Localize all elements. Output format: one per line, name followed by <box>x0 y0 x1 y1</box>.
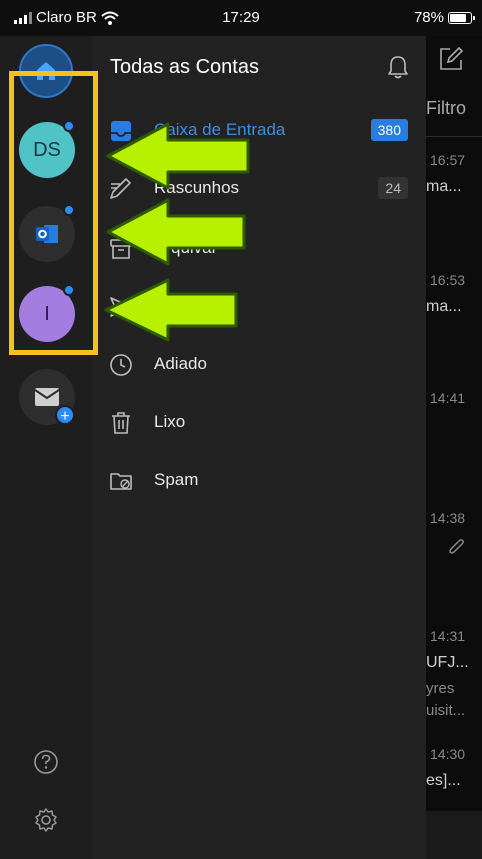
folder-snoozed[interactable]: Adiado <box>92 342 426 386</box>
bottom-bar <box>426 811 482 859</box>
divider <box>426 136 482 137</box>
bell-icon[interactable] <box>386 54 410 80</box>
folder-sent[interactable] <box>92 284 426 328</box>
unread-count-badge: 380 <box>370 119 408 141</box>
message-time: 16:53 <box>430 272 466 288</box>
folder-label: Lixo <box>154 412 186 431</box>
message-snippet: UFJ... <box>426 654 469 671</box>
status-bar: Claro BR 17:29 78% <box>0 0 482 36</box>
battery-icon <box>448 11 475 24</box>
spam-folder-icon <box>110 473 132 490</box>
drafts-icon <box>110 178 131 199</box>
folder-drawer: Todas as Contas Caixa de Entrada 380 Ras… <box>92 36 426 859</box>
folder-count: 24 <box>378 177 408 199</box>
folder-label: Spam <box>154 470 199 489</box>
add-account-button[interactable]: + <box>19 369 75 425</box>
sent-icon <box>110 297 132 317</box>
folder-label: Rascunhos <box>154 178 240 197</box>
message-snippet: es]... <box>426 772 461 789</box>
accounts-highlight-box <box>9 71 98 355</box>
folder-label: Arquivar <box>154 238 218 257</box>
attachment-icon <box>449 539 464 554</box>
message-time: 14:31 <box>430 628 466 644</box>
folder-label: Caixa de Entrada <box>154 120 286 139</box>
battery-percent: 78% <box>413 9 444 26</box>
message-list-edge: Filtro 16:57 ma... 16:53 ma... 14:41 14:… <box>426 36 482 859</box>
help-icon[interactable] <box>33 749 59 775</box>
folder-spam[interactable]: Spam <box>92 458 426 502</box>
trash-icon <box>112 412 130 434</box>
message-time: 16:57 <box>430 152 466 168</box>
drawer-title: Todas as Contas <box>110 56 259 78</box>
mail-icon <box>34 388 60 406</box>
message-snippet: ma... <box>426 178 462 195</box>
clock: 17:29 <box>222 9 260 26</box>
folder-drafts[interactable]: Rascunhos 24 <box>92 166 426 210</box>
plus-icon: + <box>55 405 75 425</box>
battery-status: 78% <box>413 9 475 26</box>
message-time: 14:38 <box>430 510 466 526</box>
folder-inbox[interactable]: Caixa de Entrada 380 <box>92 108 426 152</box>
inbox-icon <box>111 121 131 141</box>
compose-icon[interactable] <box>438 46 464 72</box>
filter-button[interactable]: Filtro <box>426 98 466 119</box>
folder-trash[interactable]: Lixo <box>92 400 426 444</box>
message-snippet: ma... <box>426 298 462 315</box>
message-preview: uisit... <box>426 702 466 719</box>
folder-archive[interactable]: Arquivar <box>92 226 426 270</box>
archive-icon <box>110 239 132 259</box>
folder-label: Adiado <box>154 354 207 373</box>
message-preview: yres <box>426 680 455 697</box>
message-time: 14:30 <box>430 746 466 762</box>
message-time: 14:41 <box>430 390 466 406</box>
clock-icon <box>110 354 132 376</box>
gear-icon[interactable] <box>33 807 59 833</box>
